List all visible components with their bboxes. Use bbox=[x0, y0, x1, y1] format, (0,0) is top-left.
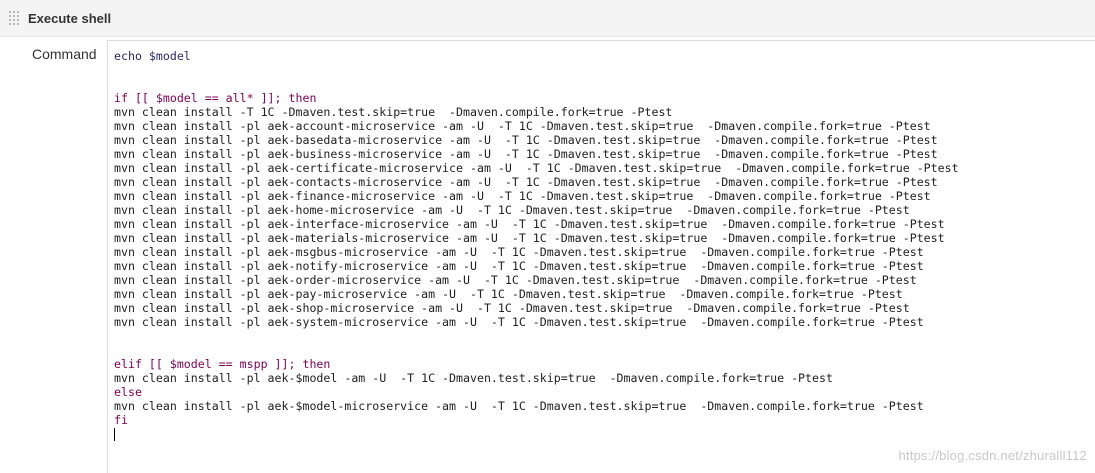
code-line: mvn clean install -T 1C -Dmaven.test.ski… bbox=[114, 105, 673, 119]
code-line: mvn clean install -pl aek-certificate-mi… bbox=[114, 161, 959, 175]
code-line: mvn clean install -pl aek-account-micros… bbox=[114, 119, 931, 133]
code-line: if [[ $model == all* ]]; then bbox=[114, 91, 317, 105]
code-line: mvn clean install -pl aek-notify-microse… bbox=[114, 259, 924, 273]
text-cursor bbox=[114, 428, 115, 441]
code-line: mvn clean install -pl aek-interface-micr… bbox=[114, 217, 945, 231]
code-line: echo $model bbox=[114, 49, 191, 63]
code-line: mvn clean install -pl aek-order-microser… bbox=[114, 273, 917, 287]
code-line: mvn clean install -pl aek-finance-micros… bbox=[114, 189, 931, 203]
code-line: else bbox=[114, 385, 142, 399]
command-label: Command bbox=[32, 46, 97, 62]
code-line-cursor bbox=[114, 427, 959, 441]
code-line: mvn clean install -pl aek-basedata-micro… bbox=[114, 133, 938, 147]
section-title: Execute shell bbox=[28, 11, 112, 26]
code-content[interactable]: echo $model if [[ $model == all* ]]; then… bbox=[114, 49, 959, 441]
build-step-panel: Execute shell Command echo $model if [[ $… bbox=[0, 0, 1095, 473]
code-line: mvn clean install -pl aek-$model-microse… bbox=[114, 399, 924, 413]
code-line: fi bbox=[114, 413, 128, 427]
code-line: elif [[ $model == mspp ]]; then bbox=[114, 357, 331, 371]
code-line: mvn clean install -pl aek-materials-micr… bbox=[114, 231, 945, 245]
code-line: mvn clean install -pl aek-contacts-micro… bbox=[114, 175, 938, 189]
code-line: mvn clean install -pl aek-system-microse… bbox=[114, 315, 924, 329]
command-editor[interactable]: echo $model if [[ $model == all* ]]; then… bbox=[107, 40, 1095, 473]
section-header: Execute shell bbox=[0, 0, 1095, 37]
drag-handle-icon[interactable] bbox=[8, 10, 20, 25]
code-line: mvn clean install -pl aek-business-micro… bbox=[114, 147, 938, 161]
code-line: mvn clean install -pl aek-shop-microserv… bbox=[114, 301, 910, 315]
code-line: mvn clean install -pl aek-pay-microservi… bbox=[114, 287, 903, 301]
code-line: mvn clean install -pl aek-home-microserv… bbox=[114, 203, 910, 217]
code-line: mvn clean install -pl aek-msgbus-microse… bbox=[114, 245, 924, 259]
code-line: mvn clean install -pl aek-$model -am -U … bbox=[114, 371, 833, 385]
watermark-text: https://blog.csdn.net/zhuralll112 bbox=[898, 448, 1087, 463]
